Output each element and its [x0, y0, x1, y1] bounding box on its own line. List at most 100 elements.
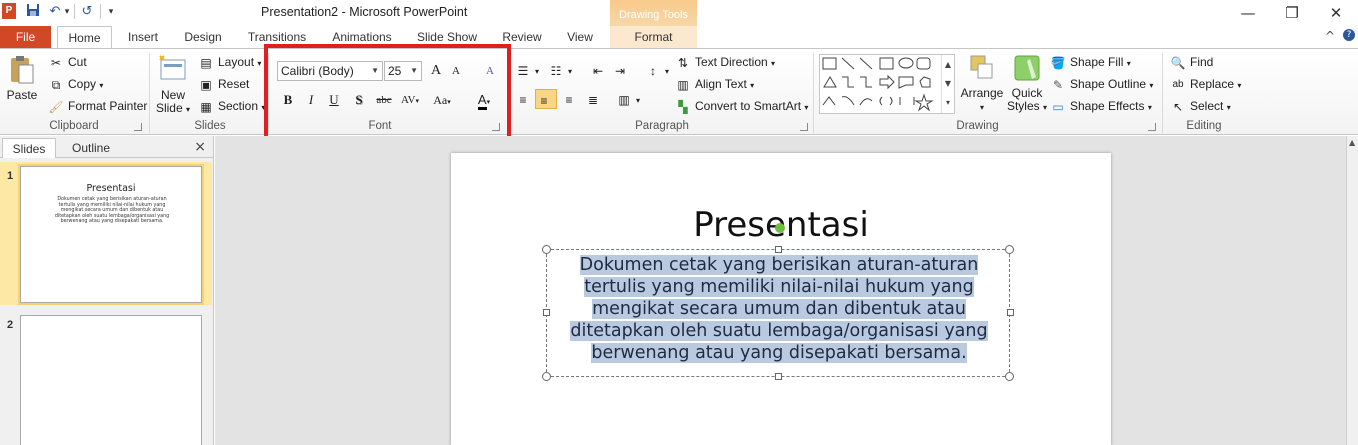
slide-thumbnail[interactable]: Presentasi Dokumen cetak yang berisikan …	[20, 166, 202, 303]
tab-format[interactable]: Format	[610, 26, 697, 48]
minimize-ribbon-icon[interactable]: ^	[1325, 29, 1335, 43]
ribbon: Paste ✂ Cut ⧉ Copy ▾ 🖌 Format Painter Clipb…	[0, 48, 1358, 135]
resize-handle[interactable]	[1005, 372, 1014, 381]
layout-button[interactable]: ▤ Layout ▾	[198, 52, 261, 72]
select-button[interactable]: ↖ Select ▾	[1170, 96, 1231, 116]
tab-design[interactable]: Design	[178, 26, 228, 48]
tab-slides[interactable]: Slides	[2, 138, 56, 158]
body-line: berwenang atau yang disepakati bersama.	[591, 343, 967, 363]
scroll-up-icon[interactable]: ▲	[1349, 138, 1355, 147]
shape-outline-label: Shape Outline	[1070, 77, 1147, 91]
paragraph-group-label: Paragraph	[635, 120, 689, 132]
help-icon[interactable]: ?	[1343, 29, 1355, 41]
customize-quick-access-icon[interactable]: ▾	[102, 3, 120, 21]
replace-button[interactable]: ab Replace ▾	[1170, 74, 1241, 94]
find-button[interactable]: 🔍 Find	[1170, 52, 1214, 72]
resize-handle[interactable]	[1007, 309, 1014, 316]
slides-group-label: Slides	[194, 120, 226, 132]
body-textbox[interactable]: Dokumen cetak yang berisikan aturan-atur…	[542, 245, 1014, 381]
align-right-button[interactable]: ≡	[561, 89, 581, 109]
slide-thumbnail[interactable]	[20, 315, 202, 445]
resize-handle[interactable]	[1005, 245, 1014, 254]
cut-label: Cut	[68, 55, 87, 69]
convert-smartart-button[interactable]: ▚ Convert to SmartArt ▾	[675, 96, 808, 116]
bullets-icon: ☰	[517, 63, 529, 78]
justify-button[interactable]: ≣	[585, 89, 605, 109]
paintbrush-icon: 🖌	[48, 99, 64, 114]
format-painter-button[interactable]: 🖌 Format Painter	[48, 96, 147, 116]
minimize-button[interactable]: —	[1228, 2, 1268, 24]
shapes-gallery-icons	[822, 57, 934, 112]
slide-number: 2	[7, 319, 14, 331]
align-left-button[interactable]: ≡	[515, 89, 535, 109]
paste-icon	[11, 56, 34, 84]
powerpoint-app-icon[interactable]: P	[2, 3, 16, 19]
convert-smartart-label: Convert to SmartArt	[695, 99, 802, 113]
vertical-scrollbar[interactable]: ▲	[1346, 136, 1358, 445]
increase-indent-button[interactable]: ⇥	[612, 60, 632, 80]
decrease-indent-button[interactable]: ⇤	[590, 60, 610, 80]
decrease-indent-icon: ⇤	[592, 63, 604, 78]
paragraph-launcher-icon[interactable]	[800, 123, 808, 131]
columns-button[interactable]: ▥ ▾	[616, 89, 640, 109]
align-text-button[interactable]: ▥ Align Text ▾	[675, 74, 754, 94]
resize-handle[interactable]	[775, 246, 782, 253]
body-line: Dokumen cetak yang berisikan aturan-atur…	[579, 255, 979, 275]
drawing-launcher-icon[interactable]	[1148, 123, 1156, 131]
paste-button[interactable]: Paste	[4, 55, 40, 102]
resize-handle[interactable]	[775, 373, 782, 380]
font-group-highlight	[264, 44, 511, 142]
tab-insert[interactable]: Insert	[119, 26, 167, 48]
replace-icon: ab	[1172, 78, 1184, 90]
restore-button[interactable]: ❐	[1272, 2, 1312, 24]
shape-effects-button[interactable]: ▭ Shape Effects ▾	[1050, 96, 1152, 116]
new-slide-label-2: Slide	[155, 101, 183, 115]
close-button[interactable]: ✕	[1316, 2, 1356, 24]
new-slide-label-1: New	[160, 88, 185, 102]
paste-label: Paste	[6, 88, 38, 102]
tab-home[interactable]: Home	[57, 26, 112, 49]
undo-dropdown-icon[interactable]: ▾	[62, 3, 72, 21]
copy-label: Copy	[68, 77, 97, 91]
shape-outline-button[interactable]: ✎ Shape Outline ▾	[1050, 74, 1153, 94]
thumbnail-title: Presentasi	[86, 183, 136, 194]
copy-button[interactable]: ⧉ Copy ▾	[48, 74, 104, 94]
section-label: Section	[218, 99, 259, 113]
reset-button[interactable]: ▣ Reset	[198, 74, 249, 94]
ribbon-tabs: File Home Insert Design Transitions Anim…	[0, 26, 1358, 49]
resize-handle[interactable]	[542, 372, 551, 381]
tab-view[interactable]: View	[560, 26, 600, 48]
smartart-icon: ▚	[678, 99, 688, 114]
shapes-gallery[interactable]: ▲ ▼ ▾	[819, 54, 955, 114]
slide-body-text[interactable]: Dokumen cetak yang berisikan aturan-atur…	[557, 254, 1001, 364]
thumbnail-body: Dokumen cetak yang berisikan aturan-atur…	[54, 197, 170, 225]
section-button[interactable]: ▦ Section ▾	[198, 96, 265, 116]
clipboard-launcher-icon[interactable]	[134, 123, 142, 131]
new-slide-button[interactable]: New Slide ▾	[152, 55, 194, 116]
save-icon[interactable]	[24, 3, 42, 21]
tab-outline[interactable]: Outline	[60, 138, 122, 158]
line-spacing-button[interactable]: ↕ ▾	[645, 60, 669, 80]
reset-label: Reset	[218, 77, 250, 91]
text-direction-button[interactable]: ⇅ Text Direction ▾	[675, 52, 775, 72]
align-right-icon: ≡	[565, 92, 573, 107]
align-text-label: Align Text	[695, 77, 747, 91]
columns-icon: ▥	[618, 92, 630, 107]
find-label: Find	[1190, 55, 1214, 69]
slide-editor[interactable]: Presentasi Dokumen cetak yang berisikan …	[451, 153, 1111, 445]
gallery-scroll-icon[interactable]: ▲ ▼ ▾	[941, 55, 954, 113]
rotate-handle[interactable]	[775, 223, 785, 233]
shape-fill-button[interactable]: 🪣 Shape Fill ▾	[1050, 52, 1131, 72]
cut-button[interactable]: ✂ Cut	[48, 52, 87, 72]
tab-file[interactable]: File	[0, 26, 51, 48]
align-center-button[interactable]: ≡	[535, 89, 557, 109]
bullets-button[interactable]: ☰ ▾	[515, 60, 539, 80]
arrange-button[interactable]: Arrange ▾	[960, 53, 1004, 114]
numbering-button[interactable]: ☷ ▾	[548, 60, 572, 80]
binoculars-icon: 🔍	[1170, 55, 1186, 70]
close-pane-icon[interactable]: ×	[194, 139, 206, 155]
resize-handle[interactable]	[542, 245, 551, 254]
quick-styles-button[interactable]: Quick Styles ▾	[1005, 53, 1049, 114]
redo-icon[interactable]: ↺	[78, 3, 96, 21]
resize-handle[interactable]	[543, 309, 550, 316]
